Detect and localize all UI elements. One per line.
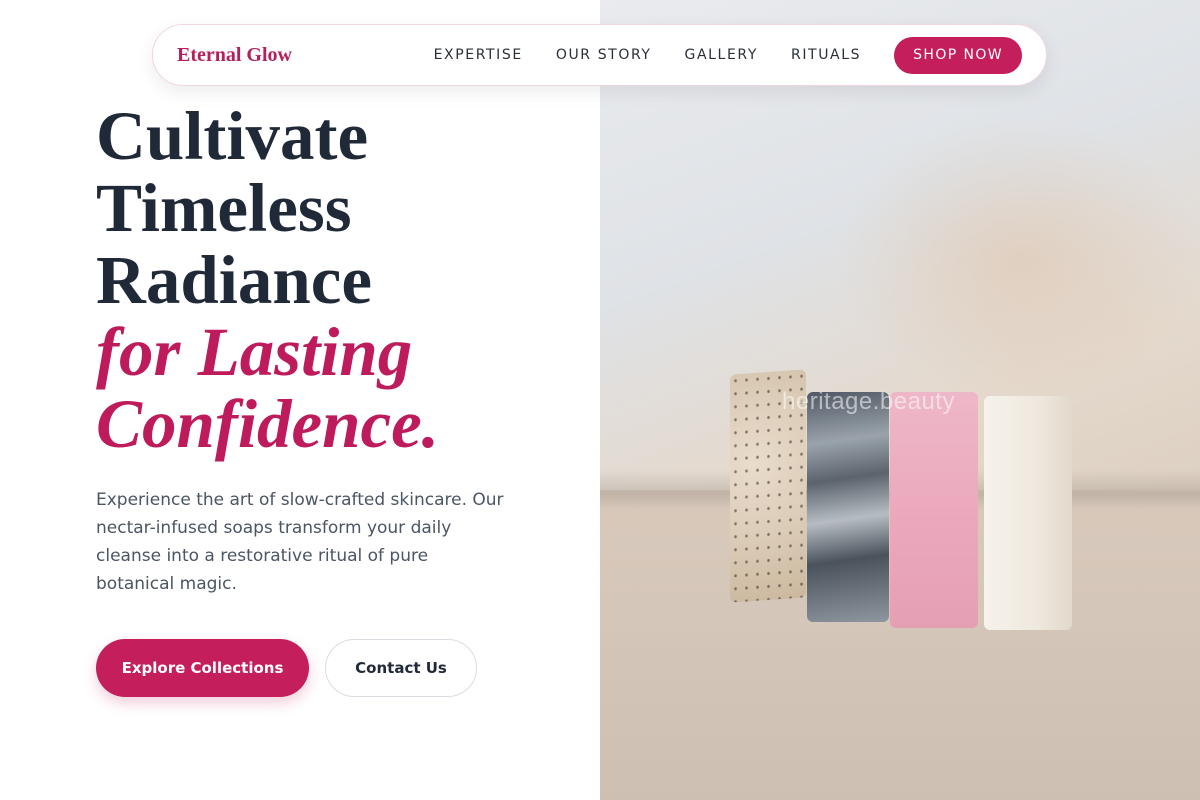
nav-link-rituals[interactable]: RITUALS bbox=[791, 47, 861, 63]
hero-cta-group: Explore Collections Contact Us bbox=[96, 639, 477, 697]
headline-line: Radiance bbox=[96, 242, 372, 318]
image-watermark: heritage.beauty bbox=[782, 388, 955, 415]
headline-line: Timeless bbox=[96, 170, 352, 246]
brand-logo[interactable]: Eternal Glow bbox=[177, 44, 292, 67]
headline-accent-line: Confidence. bbox=[96, 386, 440, 462]
nav-link-gallery[interactable]: GALLERY bbox=[685, 47, 758, 63]
soap-bar-charcoal bbox=[807, 392, 889, 622]
nav-links: EXPERTISE OUR STORY GALLERY RITUALS SHOP… bbox=[434, 36, 1022, 74]
nav-link-expertise[interactable]: EXPERTISE bbox=[434, 47, 523, 63]
headline-line: Cultivate bbox=[96, 98, 369, 174]
contact-us-button[interactable]: Contact Us bbox=[325, 639, 477, 697]
soap-bar-pink bbox=[890, 392, 978, 628]
navbar: Eternal Glow EXPERTISE OUR STORY GALLERY… bbox=[152, 24, 1047, 86]
explore-collections-button[interactable]: Explore Collections bbox=[96, 639, 309, 697]
hero-content: Cultivate Timeless Radiance for Lasting … bbox=[96, 100, 576, 598]
headline-accent-line: for Lasting bbox=[96, 314, 413, 390]
soap-bar-white bbox=[984, 396, 1072, 630]
hero-headline: Cultivate Timeless Radiance for Lasting … bbox=[96, 100, 576, 460]
nav-link-our-story[interactable]: OUR STORY bbox=[556, 47, 652, 63]
hero-image: heritage.beauty bbox=[600, 0, 1200, 800]
shop-now-button[interactable]: SHOP NOW bbox=[894, 36, 1022, 74]
hero-description: Experience the art of slow-crafted skinc… bbox=[96, 490, 504, 594]
